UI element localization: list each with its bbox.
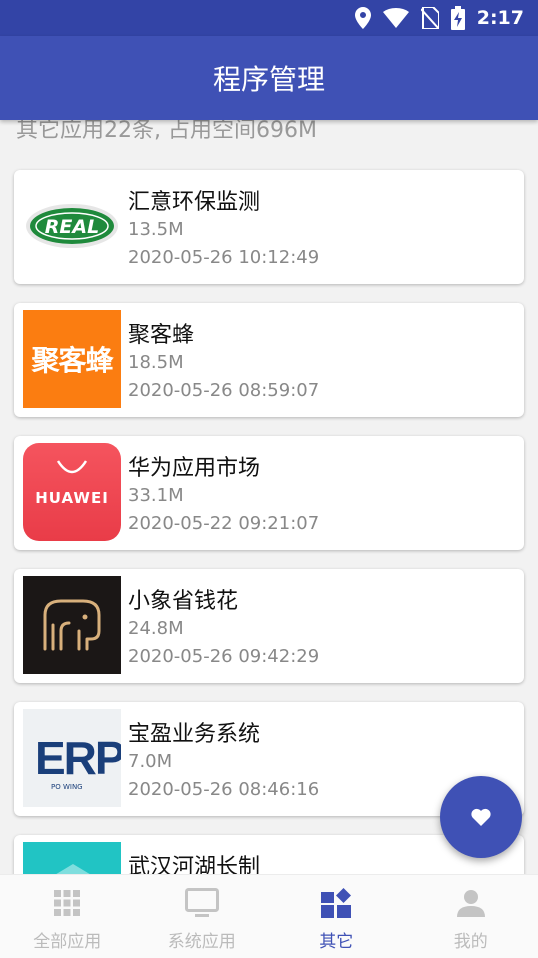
app-name: 小象省钱花 [128, 589, 239, 614]
no-sim-icon [420, 7, 439, 29]
status-icons: 2:17 [354, 0, 524, 36]
page-title: 程序管理 [212, 63, 325, 96]
app-bar: 程序管理 [0, 36, 538, 120]
nav-label: 全部应用 [33, 932, 102, 952]
grid-icon [50, 887, 84, 919]
huawei-logo-text: HUAWEI [35, 489, 109, 507]
erp-logo-icon: ERP PO WING [23, 709, 121, 807]
nav-label: 系统应用 [167, 932, 236, 952]
real-logo-text: REAL [45, 216, 99, 238]
bottom-nav: 全部应用 系统应用 其它 我的 [0, 874, 538, 958]
erp-logo-subtext: PO WING [51, 783, 83, 791]
nav-all-apps[interactable]: 全部应用 [0, 875, 135, 958]
summary-text: 其它应用22条, 占用空间696M [16, 120, 317, 143]
location-icon [354, 7, 371, 29]
river-lake-logo-icon [23, 842, 121, 874]
app-size: 33.1M [128, 485, 184, 506]
app-card[interactable]: 小象省钱花 24.8M 2020-05-26 09:42:29 [14, 569, 524, 683]
person-icon [454, 887, 488, 919]
nav-label: 我的 [453, 932, 488, 952]
app-install-date: 2020-05-26 08:59:07 [128, 380, 320, 401]
nav-mine[interactable]: 我的 [404, 875, 538, 958]
app-name: 聚客蜂 [128, 323, 195, 348]
nav-system-apps[interactable]: 系统应用 [135, 875, 270, 958]
status-bar: 2:17 [0, 0, 538, 36]
app-card[interactable]: HUAWEI 华为应用市场 33.1M 2020-05-22 09:21:07 [14, 436, 524, 550]
monitor-icon [184, 887, 219, 919]
favorite-fab[interactable] [440, 776, 522, 858]
app-install-date: 2020-05-26 09:42:29 [128, 646, 320, 667]
app-size: 13.5M [128, 219, 184, 240]
app-size: 7.0M [128, 751, 173, 772]
battery-charging-icon [450, 6, 465, 30]
app-list[interactable]: 其它应用22条, 占用空间696M REAL 汇意环保监测 13.5M 2020… [0, 120, 538, 874]
app-install-date: 2020-05-22 09:21:07 [128, 513, 320, 534]
app-name: 华为应用市场 [128, 456, 261, 481]
app-name: 汇意环保监测 [128, 190, 261, 215]
nav-label: 其它 [319, 932, 354, 952]
elephant-logo-icon [23, 576, 121, 674]
app-card[interactable]: REAL 汇意环保监测 13.5M 2020-05-26 10:12:49 [14, 170, 524, 284]
app-card[interactable]: 聚客蜂 聚客蜂 18.5M 2020-05-26 08:59:07 [14, 303, 524, 417]
nav-other[interactable]: 其它 [269, 875, 404, 958]
jukefeng-logo-icon: 聚客蜂 [23, 310, 121, 408]
app-name: 宝盈业务系统 [128, 722, 261, 747]
heart-icon [471, 808, 491, 826]
jukefeng-logo-text: 聚客蜂 [31, 344, 113, 377]
real-logo-icon: REAL [23, 177, 121, 275]
wifi-icon [382, 8, 409, 28]
app-install-date: 2020-05-26 10:12:49 [128, 247, 320, 268]
erp-logo-text: ERP [35, 732, 121, 784]
dashboard-icon [319, 887, 353, 919]
app-size: 24.8M [128, 618, 184, 639]
status-time: 2:17 [476, 7, 524, 29]
huawei-appgallery-icon: HUAWEI [23, 443, 121, 541]
app-install-date: 2020-05-26 08:46:16 [128, 779, 320, 800]
app-name: 武汉河湖长制 [128, 855, 261, 874]
app-size: 18.5M [128, 352, 184, 373]
